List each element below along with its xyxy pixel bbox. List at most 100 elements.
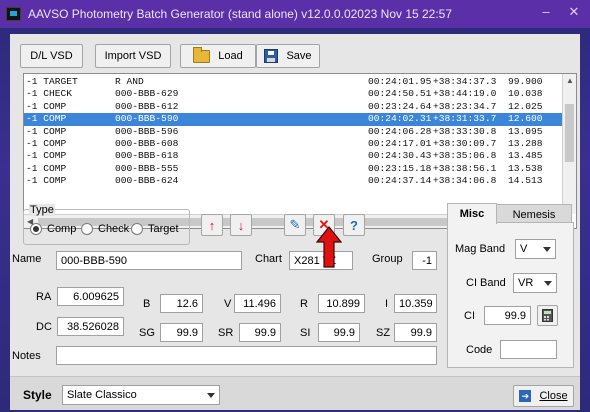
dl-vsd-button[interactable]: D/L VSD xyxy=(20,44,83,68)
radio-target-dot[interactable] xyxy=(131,223,143,235)
sr-label: SR xyxy=(218,327,234,339)
code-field[interactable] xyxy=(500,340,557,359)
info-button[interactable]: ? xyxy=(343,214,365,236)
list-item[interactable]: -1 COMP 000-BBB-612 00:23:24.64 +38:23:34.7… xyxy=(24,101,564,113)
list-item[interactable]: -1 COMP 000-BBB-555 00:23:15.18 +38:38:56.1… xyxy=(24,163,564,175)
dc-field[interactable]: 38.526028 xyxy=(57,317,124,336)
list-item[interactable]: -1 TARGET R AND 00:24:01.95 +38:34:37.3 99.9… xyxy=(24,76,564,88)
list-item[interactable]: -1 COMP 000-BBB-590 00:24:02.31 +38:31:33.7… xyxy=(24,113,564,126)
info-icon: ? xyxy=(350,217,358,233)
b-field[interactable]: 12.6 xyxy=(160,294,203,313)
save-label: Save xyxy=(286,50,312,62)
vertical-scroll-thumb[interactable] xyxy=(565,104,574,162)
vertical-scrollbar[interactable]: ▲ ▼ xyxy=(562,74,576,214)
close-window-button[interactable]: ✕ xyxy=(566,4,582,20)
list-item-value: 13.538 xyxy=(508,162,543,174)
style-select[interactable]: Slate Classico xyxy=(62,385,220,405)
sz-field[interactable]: 99.9 xyxy=(394,323,437,342)
import-vsd-button[interactable]: Import VSD xyxy=(95,44,171,68)
sg-field[interactable]: 99.9 xyxy=(160,323,203,342)
group-field[interactable]: -1 xyxy=(412,251,437,270)
b-label: B xyxy=(143,298,151,310)
close-label: Close xyxy=(539,390,568,402)
mag-band-label: Mag Band xyxy=(455,243,506,255)
radio-comp-dot[interactable] xyxy=(30,223,42,235)
list-item-time: 00:24:06.28 xyxy=(368,125,432,137)
list-item-name: 000-BBB-612 xyxy=(115,100,179,112)
ci-label: CI xyxy=(464,310,475,322)
minimize-button[interactable]: – xyxy=(538,4,554,20)
list-item-dec: +38:34:37.3 xyxy=(433,76,497,87)
move-up-button[interactable]: ↑ xyxy=(201,214,223,236)
i-field[interactable]: 10.359 xyxy=(394,294,437,313)
move-down-button[interactable]: ↓ xyxy=(230,214,252,236)
r-label: R xyxy=(300,298,308,310)
radio-target[interactable]: Target xyxy=(131,223,179,235)
ci-band-select[interactable]: VR xyxy=(513,273,557,293)
list-item-time: 00:23:15.18 xyxy=(368,162,432,174)
list-item-name: 000-BBB-590 xyxy=(115,113,179,125)
list-item[interactable]: -1 COMP 000-BBB-596 00:24:06.28 +38:33:30.8… xyxy=(24,126,564,138)
list-item-name: 000-BBB-608 xyxy=(115,138,179,149)
list-item-name: 000-BBB-624 xyxy=(115,175,179,187)
name-field[interactable]: 000-BBB-590 xyxy=(56,251,242,270)
window-title: AAVSO Photometry Batch Generator (stand … xyxy=(28,7,453,21)
ci-band-value: VR xyxy=(518,277,534,289)
exit-icon: ➔ xyxy=(519,390,532,402)
list-item-type: -1 COMP xyxy=(26,138,67,149)
import-vsd-label: Import VSD xyxy=(104,50,162,62)
list-item[interactable]: -1 CHECK 000-BBB-629 00:24:50.51 +38:44:19.… xyxy=(24,88,564,100)
list-item-name: R AND xyxy=(115,76,144,87)
ci-field[interactable]: 99.9 xyxy=(484,306,531,325)
list-item-dec: +38:30:09.7 xyxy=(433,138,497,149)
save-button[interactable]: Save xyxy=(256,44,320,68)
sz-label: SZ xyxy=(376,327,391,339)
r-field[interactable]: 10.899 xyxy=(318,294,365,313)
style-label: Style xyxy=(23,388,52,402)
list-item-dec: +38:33:30.8 xyxy=(433,125,497,137)
list-item[interactable]: -1 COMP 000-BBB-624 00:24:37.14 +38:34:06.8… xyxy=(24,175,564,187)
type-group-label: Type xyxy=(29,204,55,216)
chart-label: Chart xyxy=(255,253,282,265)
sr-field[interactable]: 99.9 xyxy=(239,323,281,342)
list-item-value: 14.513 xyxy=(508,175,543,187)
style-value: Slate Classico xyxy=(67,389,137,401)
tab-misc[interactable]: Misc xyxy=(447,203,497,224)
close-button[interactable]: ➔ Close xyxy=(513,385,574,407)
list-item-dec: +38:44:19.0 xyxy=(433,88,497,100)
radio-comp[interactable]: Comp xyxy=(30,223,76,235)
list-item[interactable]: -1 COMP 000-BBB-618 00:24:30.43 +38:35:06.8… xyxy=(24,150,564,162)
mag-band-select[interactable]: V xyxy=(515,239,556,259)
ci-band-label: CI Band xyxy=(466,277,506,289)
edit-button[interactable]: ✎ xyxy=(284,214,306,236)
sg-label: SG xyxy=(139,327,155,339)
list-item-time: 00:23:24.64 xyxy=(368,100,432,112)
list-item-name: 000-BBB-629 xyxy=(115,88,179,100)
notes-field[interactable] xyxy=(56,346,437,365)
list-item-time: 00:24:17.01 xyxy=(368,138,432,149)
load-button[interactable]: Load xyxy=(180,44,256,68)
si-field[interactable]: 99.9 xyxy=(318,323,360,342)
list-item-dec: +38:34:06.8 xyxy=(433,175,497,187)
app-icon xyxy=(6,7,21,21)
list-item-dec: +38:35:06.8 xyxy=(433,150,497,162)
radio-check-dot[interactable] xyxy=(81,223,93,235)
radio-check[interactable]: Check xyxy=(81,223,129,235)
list-item-value: 13.095 xyxy=(508,125,543,137)
chevron-down-icon xyxy=(544,281,552,286)
si-label: SI xyxy=(300,327,311,339)
list-item-value: 99.900 xyxy=(508,76,543,87)
calculator-button[interactable] xyxy=(537,305,558,326)
list-item-dec: +38:31:33.7 xyxy=(433,113,497,125)
list-item-name: 000-BBB-555 xyxy=(115,162,179,174)
list-item-value: 12.600 xyxy=(508,113,543,125)
list-item-type: -1 COMP xyxy=(26,125,67,137)
group-label: Group xyxy=(372,253,403,265)
radio-check-label: Check xyxy=(98,223,130,235)
name-label: Name xyxy=(12,253,42,265)
floppy-disk-icon xyxy=(264,49,279,63)
scroll-up-icon[interactable]: ▲ xyxy=(566,76,574,85)
ra-field[interactable]: 6.009625 xyxy=(57,287,124,306)
v-field[interactable]: 11.496 xyxy=(234,294,281,313)
list-item[interactable]: -1 COMP 000-BBB-608 00:24:17.01 +38:30:09.7… xyxy=(24,138,564,150)
